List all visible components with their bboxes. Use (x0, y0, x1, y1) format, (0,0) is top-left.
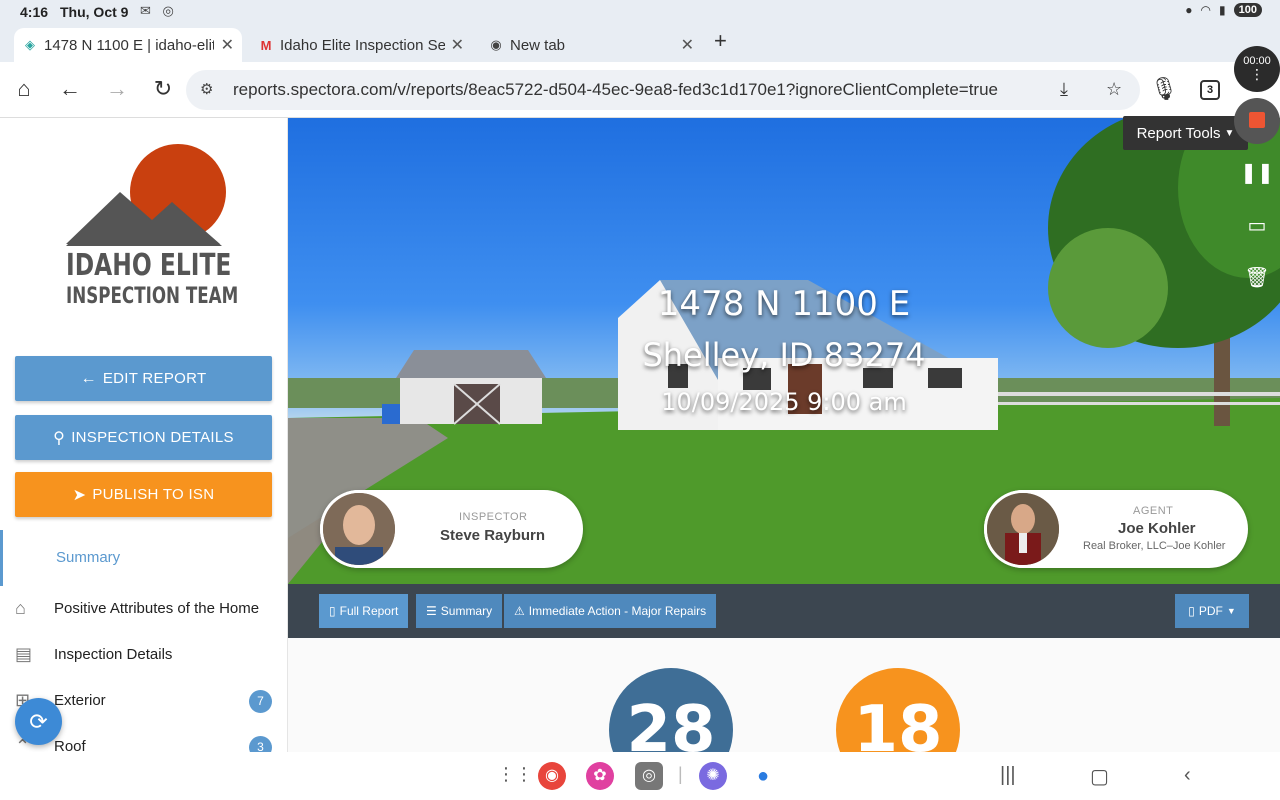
browser-toolbar: ⌂ ← → ↻ ⚙ reports.spectora.com/v/reports… (0, 62, 1280, 118)
report-hero: 1478 N 1100 E Shelley, ID 83274 10/09/20… (288, 118, 1280, 584)
tab-email[interactable]: M Idaho Elite Inspection Se ✕ (250, 28, 472, 62)
photos-app-icon[interactable]: ✿ (586, 762, 614, 790)
wifi-icon: ◠ (1200, 3, 1212, 17)
tab-title: New tab (510, 36, 566, 54)
signal-icon: ▮ (1219, 3, 1226, 17)
status-time: 4:16 (20, 4, 49, 20)
tab-title: 1478 N 1100 E | idaho-elit (44, 36, 214, 54)
inspector-avatar (320, 490, 398, 568)
tab-report[interactable]: ◈ 1478 N 1100 E | idaho-elit ✕ (14, 28, 242, 62)
home-nav-icon[interactable]: ▢ (1090, 764, 1109, 789)
tab-immediate-action[interactable]: ⚠ Immediate Action - Major Repairs (504, 594, 717, 628)
stat-circle-blue: 28 (609, 668, 733, 752)
bixby-app-icon[interactable]: ✺ (699, 762, 727, 790)
new-tab-icon[interactable]: + (714, 28, 727, 54)
chrome-app-icon[interactable]: ◉ (538, 762, 566, 790)
reload-icon[interactable]: ↻ (149, 76, 177, 102)
back-icon[interactable]: ← (56, 76, 84, 102)
tab-switcher-button[interactable]: 3 (1200, 80, 1220, 100)
agent-role-label: AGENT (1133, 505, 1174, 517)
dock-divider: | (678, 764, 683, 784)
report-sidebar: IDAHO ELITE INSPECTION TEAM ← EDIT REPOR… (0, 118, 288, 752)
tab-title: Idaho Elite Inspection Se (280, 36, 445, 54)
sidebar-item-inspection-details[interactable]: ▤ Inspection Details (0, 636, 287, 676)
edit-report-button[interactable]: ← EDIT REPORT (15, 356, 272, 401)
pdf-dropdown[interactable]: ▯ PDF ▼ (1175, 594, 1249, 628)
location-icon: ● (1185, 3, 1193, 17)
status-date: Thu, Oct 9 (60, 4, 129, 20)
report-tools-dropdown[interactable]: Report Tools ▼ (1123, 116, 1248, 150)
file-icon: ▯ (329, 604, 336, 618)
address-bar[interactable]: ⚙ reports.spectora.com/v/reports/8eac572… (186, 70, 1140, 110)
microphone-icon[interactable]: 🎙 (1150, 76, 1178, 102)
publish-to-isn-button[interactable]: ➤ PUBLISH TO ISN (15, 472, 272, 517)
agent-card: AGENT Joe Kohler Real Broker, LLC–Joe Ko… (984, 490, 1248, 568)
site-settings-icon[interactable]: ⚙ (200, 80, 213, 98)
logo-text-secondary: INSPECTION TEAM (66, 284, 239, 309)
stop-recording-button[interactable] (1234, 98, 1280, 144)
property-city: Shelley, ID 83274 (642, 336, 926, 374)
sidebar-item-positive-attributes[interactable]: ⌂ Positive Attributes of the Home (0, 590, 287, 630)
home-icon[interactable]: ⌂ (10, 76, 38, 102)
gmail-icon: M (260, 37, 272, 53)
system-status-bar: 4:16 Thu, Oct 9 ✉ ◎ ● ◠ ▮ 100 (0, 0, 1280, 24)
inspector-name: Steve Rayburn (440, 527, 546, 544)
notification-icons: ✉ ◎ (140, 3, 178, 18)
agent-avatar (984, 490, 1062, 568)
tab-new[interactable]: ◉ New tab ✕ (480, 28, 702, 62)
more-options-icon: ⋮ (1250, 66, 1264, 82)
back-nav-icon[interactable]: ‹ (1184, 764, 1191, 787)
count-badge: 3 (249, 736, 272, 752)
system-navigation-bar: ⋮⋮⋮ ◉ ✿ ◎ | ✺ ● ||| ▢ ‹ (0, 752, 1280, 800)
close-tab-icon[interactable]: ✕ (681, 35, 694, 55)
trash-icon[interactable]: 🗑 (1240, 265, 1274, 290)
battery-indicator: 100 (1233, 3, 1262, 17)
bookmark-star-icon[interactable]: ☆ (1106, 79, 1122, 100)
tab-summary[interactable]: ☰ Summary (416, 594, 503, 628)
inspection-datetime: 10/09/2025 9:00 am (661, 388, 907, 416)
warning-icon: ⚠ (514, 604, 525, 618)
count-badge: 7 (249, 690, 272, 713)
property-address: 1478 N 1100 E (657, 284, 911, 324)
logo-text-primary: IDAHO ELITE (66, 248, 232, 283)
download-page-icon[interactable]: ⤓ (1060, 79, 1068, 100)
list-icon: ☰ (426, 604, 437, 618)
tab-full-report[interactable]: ▯ Full Report (319, 594, 409, 628)
close-tab-icon[interactable]: ✕ (451, 35, 464, 55)
report-view-bar: ▯ Full Report ☰ Summary ⚠ Immediate Acti… (288, 584, 1280, 638)
document-icon: ▤ (15, 644, 33, 664)
recent-apps-icon[interactable]: ||| (1000, 764, 1016, 787)
report-summary-stats: 28 18 (288, 638, 1280, 752)
pdf-file-icon: ▯ (1188, 604, 1195, 618)
browser-tab-strip: ◈ 1478 N 1100 E | idaho-elit ✕ M Idaho E… (0, 24, 1280, 62)
inspector-role-label: INSPECTOR (459, 511, 528, 523)
inspection-details-button[interactable]: ⚲ INSPECTION DETAILS (15, 415, 272, 460)
caret-down-icon: ▼ (1224, 127, 1235, 139)
close-tab-icon[interactable]: ✕ (221, 35, 234, 55)
send-icon: ➤ (72, 486, 87, 504)
house-icon: ⌂ (15, 598, 26, 618)
url-text[interactable]: reports.spectora.com/v/reports/8eac5722-… (233, 80, 998, 100)
camera-app-icon[interactable]: ◎ (635, 762, 663, 790)
camera-off-icon[interactable]: ▭ (1240, 213, 1274, 238)
sidebar-item-summary[interactable]: Summary (0, 530, 287, 586)
messages-app-icon[interactable]: ● (749, 762, 777, 790)
search-icon: ⚲ (53, 429, 66, 447)
recording-timer[interactable]: 00:00 ⋮ (1234, 46, 1280, 92)
sync-fab-button[interactable]: ⟳ (15, 698, 62, 745)
stop-icon (1249, 112, 1265, 128)
agent-company: Real Broker, LLC–Joe Kohler (1083, 540, 1226, 552)
arrow-left-icon: ← (80, 369, 97, 387)
agent-name: Joe Kohler (1118, 520, 1196, 537)
forward-icon[interactable]: → (103, 76, 131, 102)
pause-icon[interactable]: ❚❚ (1240, 160, 1274, 185)
stat-circle-orange: 18 (836, 668, 960, 752)
spectora-icon: ◈ (25, 37, 35, 52)
sync-icon: ⟳ (29, 709, 48, 734)
caret-down-icon: ▼ (1226, 606, 1236, 616)
chrome-icon: ◉ (490, 37, 502, 52)
inspector-card: INSPECTOR Steve Rayburn (320, 490, 583, 568)
